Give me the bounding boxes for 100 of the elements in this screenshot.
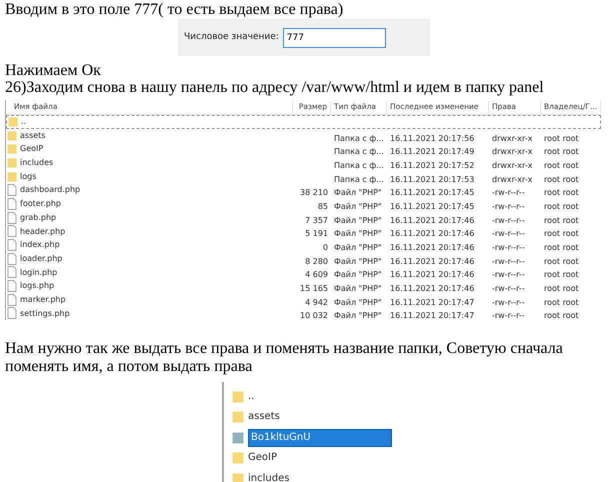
file-type-text: Файл "PHP" [334,243,382,252]
folder-icon [7,130,17,141]
file-size-text: 0 [322,243,328,252]
file-icon [7,307,17,320]
file-rights-text: -rw-r--r-- [492,188,525,198]
file-name[interactable]: .. [21,115,26,129]
advice-text: Нам нужно так же выдать все права и поменять название папки, Советую сначала поменять имя, а потом выдать права [4,340,564,376]
folder-name[interactable]: .. [248,388,254,405]
file-type-text: Файл "PHP" [334,229,382,238]
file-name[interactable]: header.php [20,224,66,238]
instruction-text: Нажимаем Ок [4,62,102,79]
folder-icon [7,144,17,154]
file-name[interactable]: login.php [20,266,58,280]
file-type-text: Папка с ф... [334,160,384,170]
instruction-text: 26)Заходим снова в нашу панель по адресу /var/www/html и идем в папку panel [4,79,545,96]
file-name[interactable]: footer.php [20,197,61,211]
file-type-text: Файл "PHP" [334,311,382,320]
file-icon [7,212,17,224]
file-name[interactable]: includes [20,156,54,170]
file-size-text: 85 [318,202,328,211]
field-label: Числовое значение: [184,30,279,44]
file-owner-text: root root [544,229,579,238]
folder-name[interactable]: GeoIP [248,450,277,466]
file-rights-text: -rw-r--r-- [492,298,525,307]
folder-icon [8,116,18,127]
file-type-text: Файл "PHP" [334,216,382,225]
file-type-text: Файл "PHP" [334,202,382,211]
file-owner-text: root root [544,188,579,198]
folder-name[interactable]: assets [248,409,280,426]
file-icon [7,266,17,278]
rename-field[interactable]: Bo1kltuGnU [248,428,392,447]
file-owner-text: root root [544,134,579,143]
file-name[interactable]: GeoIP [20,142,44,156]
file-modified-text: 16.11.2021 20:17:46 [390,243,474,252]
file-owner-text: root root [544,256,579,266]
file-modified-text: 16.11.2021 20:17:52 [390,160,474,170]
file-icon [7,198,17,210]
file-name[interactable]: marker.php [20,292,66,307]
file-rights-text: drwxr-xr-x [492,147,532,156]
file-name[interactable]: settings.php [20,306,70,320]
folder-icon [232,472,244,482]
file-rights-text: drwxr-xr-x [492,160,532,170]
file-size-text: 15 165 [300,284,328,294]
file-size-text: 7 357 [305,216,328,225]
folder-icon [7,172,17,182]
file-rights-text: drwxr-xr-x [492,174,532,184]
file-name[interactable]: grab.php [20,210,56,225]
file-owner-text: root root [544,284,579,294]
file-owner-text: root root [544,216,579,225]
file-modified-text: 16.11.2021 20:17:49 [390,147,474,156]
file-icon [7,294,17,306]
file-name[interactable]: logs.php [20,279,54,293]
file-icon [7,239,17,252]
file-modified-text: 16.11.2021 20:17:47 [390,311,474,320]
file-rights-text: -rw-r--r-- [492,243,525,252]
file-owner-text: root root [544,174,579,184]
file-icon [7,184,17,196]
file-modified-text: 16.11.2021 20:17:47 [390,298,474,307]
file-rights-text: -rw-r--r-- [492,216,525,225]
file-modified-text: 16.11.2021 20:17:45 [390,188,474,198]
file-rights-text: -rw-r--r-- [492,270,525,280]
file-rights-text: -rw-r--r-- [492,202,525,211]
file-type-text: Файл "PHP" [334,270,382,280]
file-name[interactable]: assets [20,128,46,142]
folder-icon [232,430,244,445]
file-type-text: Файл "PHP" [334,256,382,266]
file-name[interactable]: dashboard.php [20,183,80,198]
file-rights-text: -rw-r--r-- [492,311,525,320]
file-name[interactable]: loader.php [20,252,62,266]
folder-icon [232,451,244,466]
file-modified-text: 16.11.2021 20:17:46 [390,256,474,266]
folder-icon [232,410,244,424]
file-size-text: 4 609 [305,270,328,280]
file-modified-text: 16.11.2021 20:17:56 [390,134,474,143]
numeric-input[interactable]: 777 [282,28,386,48]
file-owner-text: root root [544,202,579,211]
folder-icon [232,390,244,404]
file-icon [7,280,17,292]
file-owner-text: root root [544,311,579,320]
file-size-text: 38 210 [300,188,328,198]
file-rights-text: drwxr-xr-x [492,134,532,143]
file-name[interactable]: logs [20,170,36,184]
file-owner-text: root root [544,243,579,252]
file-size-text: 8 280 [305,256,328,266]
file-owner-text: root root [544,147,579,156]
file-type-text: Файл "PHP" [334,188,382,198]
file-type-text: Папка с ф... [334,174,384,184]
file-type-text: Файл "PHP" [334,284,382,294]
folder-name[interactable]: includes [248,470,290,482]
file-owner-text: root root [544,298,579,307]
file-type-text: Папка с ф... [334,147,384,156]
file-modified-text: 16.11.2021 20:17:46 [390,284,474,294]
file-modified-text: 16.11.2021 20:17:46 [390,229,474,238]
file-rights-text: -rw-r--r-- [492,229,525,238]
file-name[interactable]: index.php [20,238,60,252]
file-type-text: Папка с ф... [334,134,384,143]
file-modified-text: 16.11.2021 20:17:46 [390,216,474,225]
file-type-text: Файл "PHP" [334,298,382,307]
file-modified-text: 16.11.2021 20:17:53 [390,174,474,184]
file-owner-text: root root [544,160,579,170]
